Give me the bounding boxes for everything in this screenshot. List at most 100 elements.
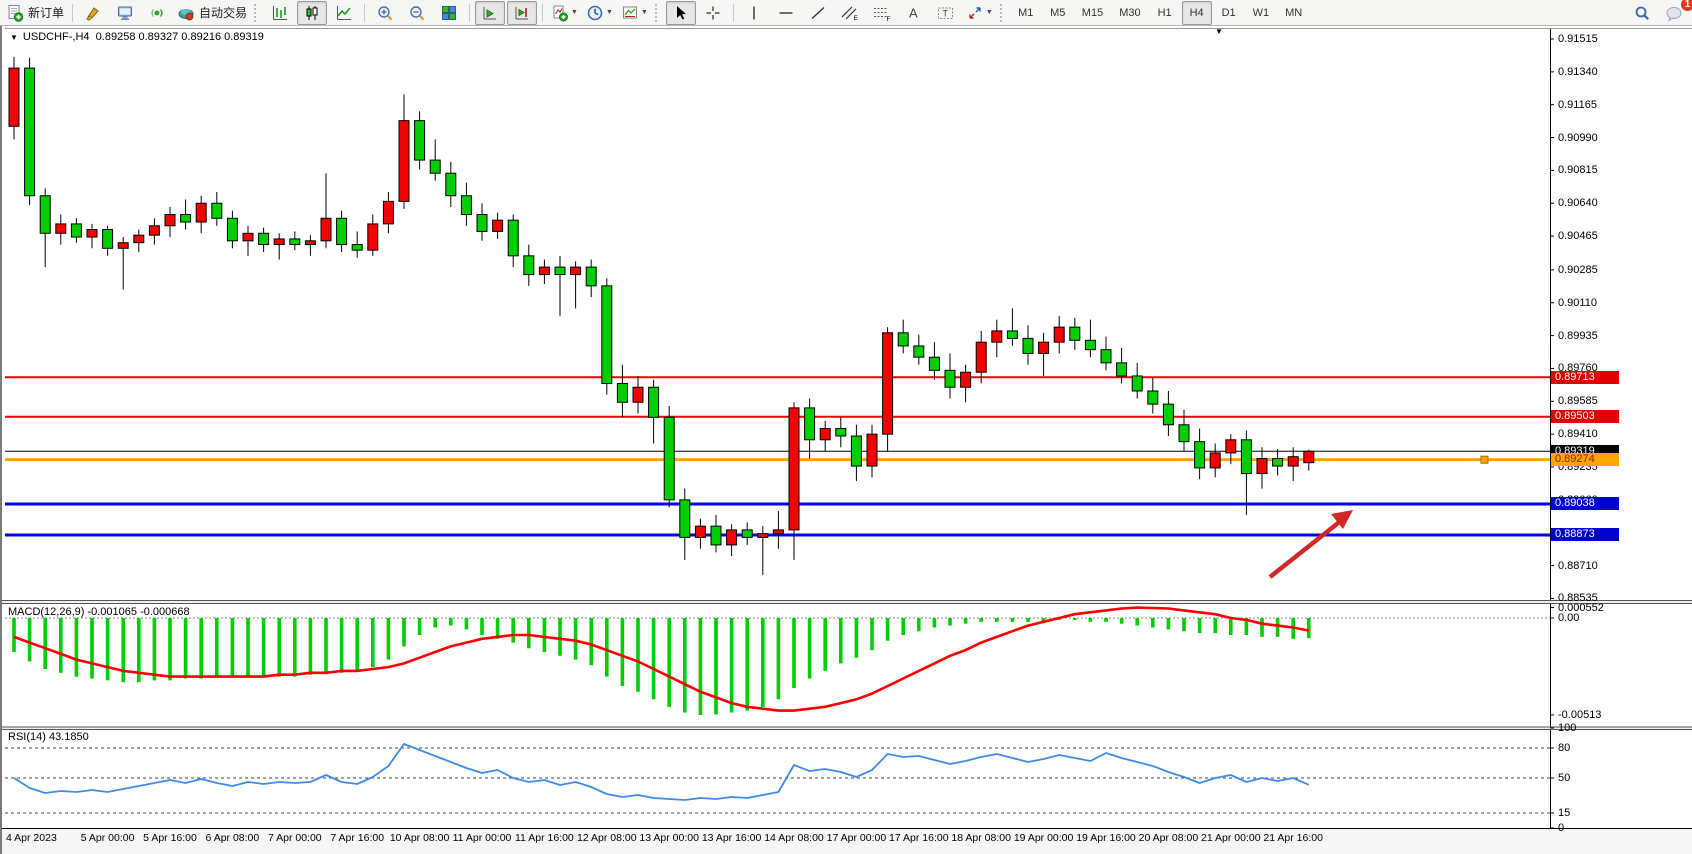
- candle: [664, 406, 674, 507]
- timeframe-m30-button[interactable]: M30: [1112, 1, 1147, 25]
- text-a-icon: A: [906, 4, 922, 22]
- timeframe-w1-button[interactable]: W1: [1246, 1, 1277, 25]
- zoom-in-icon: [376, 4, 394, 22]
- line-chart-button[interactable]: [329, 1, 359, 25]
- hline-handle[interactable]: [1481, 456, 1488, 463]
- indicators-button[interactable]: ▼: [548, 1, 581, 25]
- timeframe-label: D1: [1218, 7, 1240, 19]
- ohlc-values: 0.89258 0.89327 0.89216 0.89319: [96, 31, 264, 43]
- timeframe-label: M15: [1078, 7, 1107, 19]
- notification-badge: 1: [1681, 0, 1692, 11]
- new-order-doc-plus-icon: [6, 4, 24, 22]
- autotrade-hat-icon: [177, 4, 195, 22]
- auto-scroll-icon: [481, 4, 499, 22]
- search-icon: [1633, 4, 1651, 22]
- templates-button[interactable]: ▼: [618, 1, 651, 25]
- crosshair-icon: [704, 4, 722, 22]
- zoom-in-button[interactable]: [370, 1, 400, 25]
- bar-chart-icon: [271, 4, 289, 22]
- indicators-add-icon: [551, 4, 569, 22]
- signal-sound-icon: [148, 4, 166, 22]
- timeframe-h1-button[interactable]: H1: [1150, 1, 1180, 25]
- timeframe-h4-button[interactable]: H4: [1182, 1, 1212, 25]
- crosshair-button[interactable]: [698, 1, 728, 25]
- chevron-down-icon: ▼: [606, 9, 613, 16]
- tile-windows-button[interactable]: [434, 1, 464, 25]
- terminal-button[interactable]: [110, 1, 140, 25]
- oneclick-caret-icon[interactable]: ▼: [1215, 27, 1223, 36]
- line-chart-icon: [335, 4, 353, 22]
- bar-chart-button[interactable]: [265, 1, 295, 25]
- auto-scroll-button[interactable]: [475, 1, 505, 25]
- terminal-monitor-icon: [116, 4, 134, 22]
- chart-title[interactable]: ▼ USDCHF-,H4 0.89258 0.89327 0.89216 0.89…: [10, 31, 264, 43]
- chart-shift-button[interactable]: [507, 1, 537, 25]
- chevron-down-icon: ▼: [571, 9, 578, 16]
- macd-indicator-label: MACD(12,26,9) -0.001065 -0.000668: [8, 606, 190, 618]
- chart-window[interactable]: 0.915150.913400.911650.909900.908150.906…: [0, 26, 1692, 854]
- svg-text:E: E: [853, 15, 858, 22]
- candlestick-chart[interactable]: [2, 26, 1692, 854]
- timeframe-m1-button[interactable]: M1: [1011, 1, 1041, 25]
- metaeditor-button[interactable]: [78, 1, 108, 25]
- new-order-label: 新订单: [28, 4, 64, 21]
- horizontal-line-button[interactable]: [771, 1, 801, 25]
- new-order-button[interactable]: 新订单: [3, 1, 67, 25]
- timeframe-mn-button[interactable]: MN: [1278, 1, 1309, 25]
- toolbar-drag-handle[interactable]: [254, 4, 261, 22]
- rsi-indicator-label: RSI(14) 43.1850: [8, 731, 89, 743]
- templates-chart-icon: [621, 4, 639, 22]
- timeframe-label: M5: [1046, 7, 1069, 19]
- periods-clock-icon: [586, 4, 604, 22]
- symbol-title: USDCHF-,H4: [23, 31, 90, 43]
- toolbar-separator: [72, 4, 73, 22]
- candle: [25, 58, 35, 205]
- trend-line-icon: [809, 4, 827, 22]
- svg-text:A: A: [909, 5, 918, 20]
- toolbar-separator: [542, 4, 543, 22]
- arrows-tool-icon: [966, 4, 984, 22]
- arrows-tool-button[interactable]: ▼: [963, 1, 996, 25]
- toolbar-drag-handle[interactable]: [1000, 4, 1007, 22]
- equidistant-channel-button[interactable]: E: [835, 1, 865, 25]
- timeframe-label: H4: [1186, 7, 1208, 19]
- periods-button[interactable]: ▼: [583, 1, 616, 25]
- candlestick-chart-icon: [303, 4, 321, 22]
- chevron-down-icon: ▼: [986, 9, 993, 16]
- timeframe-group: M1 M5 M15 M30 H1 H4 D1 W1 MN: [1010, 1, 1310, 25]
- metatrader-app: 新订单 自动交易: [0, 0, 1692, 854]
- timeframe-d1-button[interactable]: D1: [1214, 1, 1244, 25]
- signal-button[interactable]: [142, 1, 172, 25]
- text-button[interactable]: A: [899, 1, 929, 25]
- trend-line-button[interactable]: [803, 1, 833, 25]
- timeframe-label: M1: [1014, 7, 1037, 19]
- timeframe-label: MN: [1281, 7, 1306, 19]
- autotrading-button[interactable]: 自动交易: [174, 1, 250, 25]
- toolbar-separator: [364, 4, 365, 22]
- vertical-line-icon: [746, 4, 762, 22]
- cursor-button[interactable]: [666, 1, 696, 25]
- zoom-out-button[interactable]: [402, 1, 432, 25]
- vertical-line-button[interactable]: [739, 1, 769, 25]
- horizontal-line-icon: [777, 4, 795, 22]
- metaeditor-brush-icon: [84, 4, 102, 22]
- candlestick-chart-button[interactable]: [297, 1, 327, 25]
- symbol-dropdown-icon[interactable]: ▼: [10, 33, 18, 42]
- timeframe-label: M30: [1115, 7, 1144, 19]
- timeframe-m15-button[interactable]: M15: [1075, 1, 1110, 25]
- text-label-icon: T: [936, 4, 956, 22]
- timeframe-label: H1: [1154, 7, 1176, 19]
- chart-shift-icon: [513, 4, 531, 22]
- fibonacci-button[interactable]: F: [867, 1, 897, 25]
- cursor-arrow-icon: [672, 4, 690, 22]
- chat-button[interactable]: 1: [1659, 1, 1689, 25]
- fibonacci-icon: F: [872, 4, 892, 22]
- svg-text:T: T: [942, 8, 948, 18]
- timeframe-m5-button[interactable]: M5: [1043, 1, 1073, 25]
- search-button[interactable]: [1627, 1, 1657, 25]
- text-label-button[interactable]: T: [931, 1, 961, 25]
- main-toolbar: 新订单 自动交易: [0, 0, 1692, 26]
- candle: [602, 278, 612, 394]
- toolbar-drag-handle[interactable]: [655, 4, 662, 22]
- toolbar-separator: [733, 4, 734, 22]
